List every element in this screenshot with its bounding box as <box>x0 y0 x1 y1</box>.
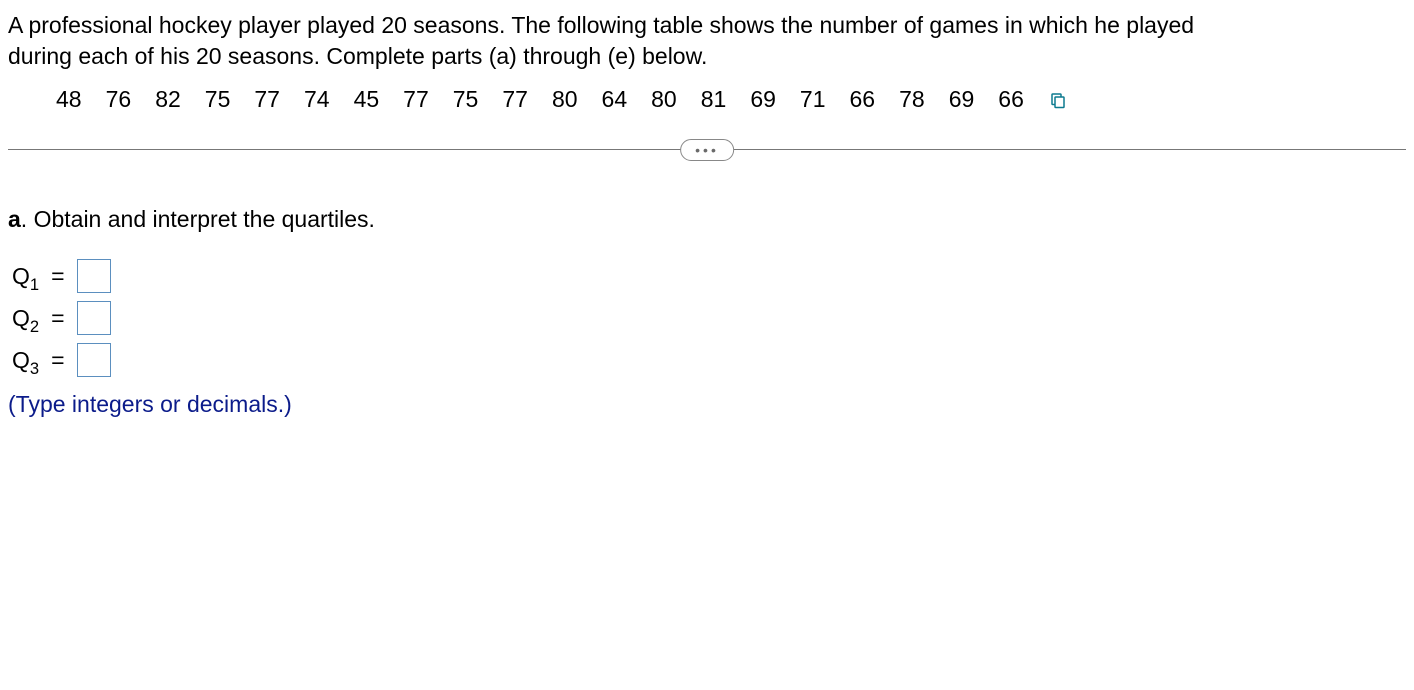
data-value: 75 <box>453 86 479 113</box>
data-value: 77 <box>403 86 429 113</box>
part-letter: a <box>8 206 21 232</box>
q1-row: Q1 = <box>12 259 1406 293</box>
data-value: 64 <box>602 86 628 113</box>
data-value: 45 <box>354 86 380 113</box>
part-a-heading: a. Obtain and interpret the quartiles. <box>8 206 1406 233</box>
quartile-inputs: Q1 = Q2 = Q3 = <box>12 259 1406 377</box>
data-value: 71 <box>800 86 826 113</box>
data-value: 82 <box>155 86 181 113</box>
data-value: 48 <box>56 86 82 113</box>
data-value: 66 <box>998 86 1024 113</box>
data-value: 74 <box>304 86 330 113</box>
data-value: 80 <box>552 86 578 113</box>
q3-row: Q3 = <box>12 343 1406 377</box>
q2-row: Q2 = <box>12 301 1406 335</box>
q1-input[interactable] <box>77 259 111 293</box>
data-value: 81 <box>701 86 727 113</box>
equals-sign: = <box>51 347 64 374</box>
data-value: 78 <box>899 86 925 113</box>
data-value: 66 <box>850 86 876 113</box>
q3-label: Q3 <box>12 347 39 374</box>
data-value: 69 <box>750 86 776 113</box>
data-value: 76 <box>106 86 132 113</box>
data-values: 48 76 82 75 77 74 45 77 75 77 80 64 80 8… <box>8 86 1406 113</box>
data-value: 80 <box>651 86 677 113</box>
q1-label: Q1 <box>12 263 39 290</box>
section-divider: ••• <box>8 149 1406 150</box>
more-icon: ••• <box>695 142 719 158</box>
prompt-line-2: during each of his 20 seasons. Complete … <box>8 43 707 69</box>
data-value: 77 <box>254 86 280 113</box>
question-prompt: A professional hockey player played 20 s… <box>8 10 1406 72</box>
equals-sign: = <box>51 263 64 290</box>
part-text: . Obtain and interpret the quartiles. <box>21 206 375 232</box>
data-value: 69 <box>949 86 975 113</box>
copy-data-icon[interactable] <box>1048 91 1068 109</box>
equals-sign: = <box>51 305 64 332</box>
q2-input[interactable] <box>77 301 111 335</box>
input-hint: (Type integers or decimals.) <box>8 391 1406 418</box>
q2-label: Q2 <box>12 305 39 332</box>
q3-input[interactable] <box>77 343 111 377</box>
prompt-line-1: A professional hockey player played 20 s… <box>8 12 1194 38</box>
data-value: 77 <box>502 86 528 113</box>
data-value: 75 <box>205 86 231 113</box>
expand-more-button[interactable]: ••• <box>680 139 734 161</box>
